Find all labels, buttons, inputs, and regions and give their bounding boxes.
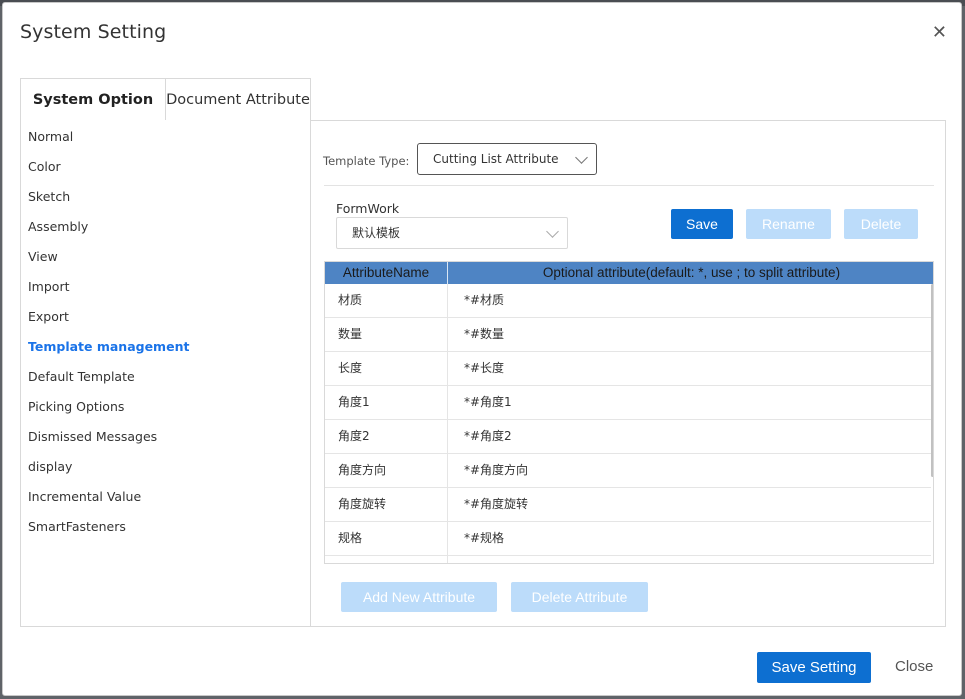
table-row[interactable]: 数量 *#数量 (325, 318, 931, 352)
nav-item-picking-options[interactable]: Picking Options (28, 399, 124, 414)
optional-attribute-cell[interactable]: *#角度1 (448, 386, 928, 419)
close-icon[interactable]: ✕ (932, 23, 947, 43)
save-setting-button[interactable]: Save Setting (757, 652, 871, 683)
settings-nav: Normal Color Sketch Assembly View Import… (20, 120, 311, 627)
attribute-table: AttributeName Optional attribute(default… (324, 261, 934, 564)
optional-attribute-cell[interactable]: *#长度 (448, 352, 928, 385)
template-type-value: Cutting List Attribute (433, 152, 559, 166)
delete-button[interactable]: Delete (844, 209, 918, 239)
nav-item-import[interactable]: Import (28, 279, 70, 294)
table-row[interactable]: 角度2 *#角度2 (325, 420, 931, 454)
attribute-name-cell[interactable] (325, 556, 448, 563)
optional-attribute-cell[interactable]: *#数量 (448, 318, 928, 351)
nav-item-assembly[interactable]: Assembly (28, 219, 88, 234)
system-setting-dialog: System Setting ✕ System Option Document … (2, 2, 962, 696)
table-row[interactable]: 长度 *#长度 (325, 352, 931, 386)
tab-system-option[interactable]: System Option (20, 78, 166, 121)
optional-attribute-cell[interactable] (448, 556, 928, 563)
attribute-name-cell[interactable]: 角度旋转 (325, 488, 448, 521)
rename-button[interactable]: Rename (746, 209, 831, 239)
table-row[interactable] (325, 556, 931, 563)
template-type-select[interactable]: Cutting List Attribute (417, 143, 597, 175)
formwork-select[interactable]: 默认模板 (336, 217, 568, 249)
table-row[interactable]: 规格 *#规格 (325, 522, 931, 556)
attribute-name-cell[interactable]: 角度1 (325, 386, 448, 419)
chevron-down-icon (546, 225, 559, 238)
nav-item-display[interactable]: display (28, 459, 72, 474)
nav-item-incremental-value[interactable]: Incremental Value (28, 489, 141, 504)
formwork-value: 默认模板 (352, 226, 401, 240)
nav-item-template-management[interactable]: Template management (28, 339, 189, 354)
formwork-label: FormWork (336, 201, 400, 216)
attribute-name-cell[interactable]: 数量 (325, 318, 448, 351)
nav-item-color[interactable]: Color (28, 159, 61, 174)
divider (324, 185, 934, 186)
table-scrollbar[interactable] (931, 284, 933, 477)
nav-item-sketch[interactable]: Sketch (28, 189, 70, 204)
table-row[interactable]: 角度旋转 *#角度旋转 (325, 488, 931, 522)
nav-item-view[interactable]: View (28, 249, 58, 264)
nav-item-dismissed-messages[interactable]: Dismissed Messages (28, 429, 157, 444)
attribute-name-cell[interactable]: 材质 (325, 284, 448, 317)
table-row[interactable]: 材质 *#材质 (325, 284, 931, 318)
attribute-name-cell[interactable]: 长度 (325, 352, 448, 385)
attribute-name-cell[interactable]: 角度2 (325, 420, 448, 453)
add-new-attribute-button[interactable]: Add New Attribute (341, 582, 497, 612)
table-row[interactable]: 角度方向 *#角度方向 (325, 454, 931, 488)
save-button[interactable]: Save (671, 209, 733, 239)
nav-item-smartfasteners[interactable]: SmartFasteners (28, 519, 126, 534)
chevron-down-icon (575, 151, 588, 164)
column-header-attribute-name[interactable]: AttributeName (325, 262, 448, 284)
optional-attribute-cell[interactable]: *#材质 (448, 284, 928, 317)
optional-attribute-cell[interactable]: *#角度方向 (448, 454, 928, 487)
table-row[interactable]: 角度1 *#角度1 (325, 386, 931, 420)
dialog-title: System Setting (20, 21, 167, 43)
attribute-name-cell[interactable]: 角度方向 (325, 454, 448, 487)
optional-attribute-cell[interactable]: *#角度2 (448, 420, 928, 453)
template-management-panel: Template Type: Cutting List Attribute Fo… (310, 120, 946, 627)
attribute-name-cell[interactable]: 规格 (325, 522, 448, 555)
optional-attribute-cell[interactable]: *#角度旋转 (448, 488, 928, 521)
template-type-label: Template Type: (323, 154, 410, 168)
nav-item-normal[interactable]: Normal (28, 129, 73, 144)
close-button[interactable]: Close (895, 658, 933, 675)
table-header: AttributeName Optional attribute(default… (325, 262, 933, 284)
nav-item-default-template[interactable]: Default Template (28, 369, 135, 384)
optional-attribute-cell[interactable]: *#规格 (448, 522, 928, 555)
tab-document-attribute[interactable]: Document Attribute (165, 78, 311, 121)
nav-item-export[interactable]: Export (28, 309, 69, 324)
delete-attribute-button[interactable]: Delete Attribute (511, 582, 648, 612)
column-header-optional-attribute[interactable]: Optional attribute(default: *, use ; to … (448, 262, 933, 284)
